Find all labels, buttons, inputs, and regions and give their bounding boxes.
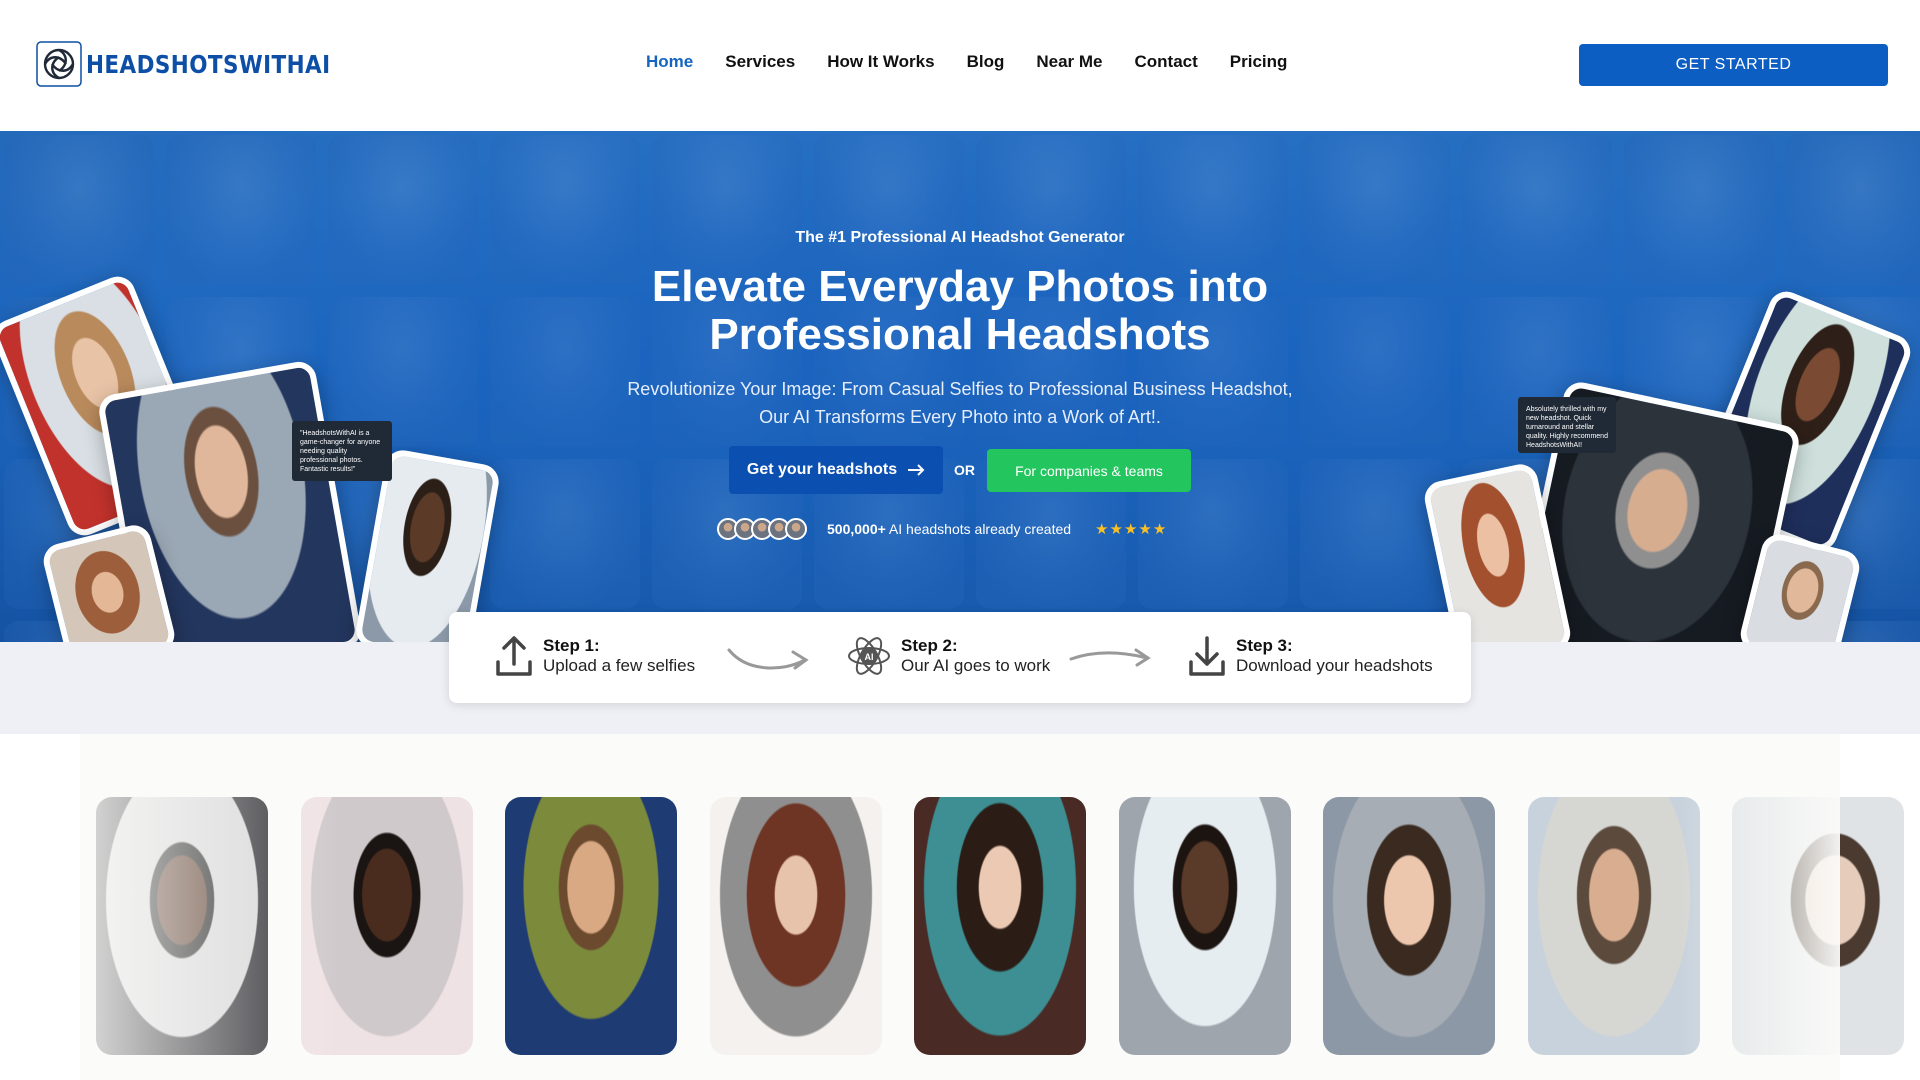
step-3-title: Step 3: <box>1236 636 1293 655</box>
hero-eyebrow: The #1 Professional AI Headshot Generato… <box>795 229 1125 246</box>
gallery-headshot[interactable] <box>710 797 882 1055</box>
brand-logo[interactable]: HEADSHOTSWITHAI <box>36 41 370 87</box>
nav-services[interactable]: Services <box>725 52 795 72</box>
gallery-headshot[interactable] <box>1323 797 1495 1055</box>
social-proof: 500,000+ AI headshots already created ★★… <box>717 518 1167 540</box>
nav-blog[interactable]: Blog <box>967 52 1005 72</box>
gallery-headshot[interactable] <box>1528 797 1700 1055</box>
nav-pricing[interactable]: Pricing <box>1230 52 1288 72</box>
step-2: AI Step 2: Our AI goes to work <box>847 634 1050 678</box>
step-1: Step 1: Upload a few selfies <box>495 634 695 678</box>
hero-subtitle: Revolutionize Your Image: From Casual Se… <box>627 379 1293 427</box>
testimonial-bubble-right: Absolutely thrilled with my new headshot… <box>1518 397 1616 453</box>
gallery-headshot[interactable] <box>914 797 1086 1055</box>
gallery-headshot[interactable] <box>505 797 677 1055</box>
gallery-fade-right <box>1680 734 1840 1080</box>
nav-contact[interactable]: Contact <box>1134 52 1197 72</box>
nav-how-it-works[interactable]: How It Works <box>827 52 934 72</box>
site-header: HEADSHOTSWITHAI Home Services How It Wor… <box>0 0 1920 131</box>
companies-teams-button[interactable]: For companies & teams <box>987 449 1191 492</box>
download-icon <box>1189 636 1225 676</box>
step-2-title: Step 2: <box>901 636 958 655</box>
steps-card: Step 1: Upload a few selfies AI Step 2: Ou… <box>449 612 1471 703</box>
straight-arrow-icon <box>1069 648 1151 667</box>
headshot-gallery <box>80 734 1904 1080</box>
customer-avatars <box>717 518 807 540</box>
ai-icon: AI <box>848 637 890 675</box>
get-started-button[interactable]: GET STARTED <box>1579 44 1888 86</box>
nav-near-me[interactable]: Near Me <box>1036 52 1102 72</box>
gallery-headshot[interactable] <box>1119 797 1291 1055</box>
brand-name: HEADSHOTSWITHAI <box>86 49 331 79</box>
get-headshots-label: Get your headshots <box>746 461 898 478</box>
curved-arrow-icon <box>727 648 809 670</box>
step-2-text: Our AI goes to work <box>901 656 1051 675</box>
hero-section: "HeadshotsWithAI is a game-changer for a… <box>0 131 1920 642</box>
or-separator: OR <box>954 462 975 478</box>
headshot-count: 500,000+ <box>827 521 886 537</box>
headshot-count-text: AI headshots already created <box>888 521 1072 537</box>
arrow-right-icon <box>908 464 925 476</box>
get-headshots-button[interactable]: Get your headshots <box>729 446 943 494</box>
step-3: Step 3: Download your headshots <box>1188 634 1433 678</box>
hero-title: Elevate Everyday Photos into Professiona… <box>651 262 1269 359</box>
testimonial-bubble-left: "HeadshotsWithAI is a game-changer for a… <box>292 421 392 481</box>
upload-icon <box>496 636 532 676</box>
gallery-fade-left <box>80 734 340 1080</box>
step-3-text: Download your headshots <box>1236 656 1433 675</box>
step-1-title: Step 1: <box>543 636 600 655</box>
nav-home[interactable]: Home <box>646 52 693 72</box>
logo-knot-icon <box>36 41 82 87</box>
svg-text:AI: AI <box>865 652 874 662</box>
rating-stars-icon: ★★★★★ <box>1095 521 1168 538</box>
step-1-text: Upload a few selfies <box>543 656 696 675</box>
main-nav: Home Services How It Works Blog Near Me … <box>646 52 1287 72</box>
